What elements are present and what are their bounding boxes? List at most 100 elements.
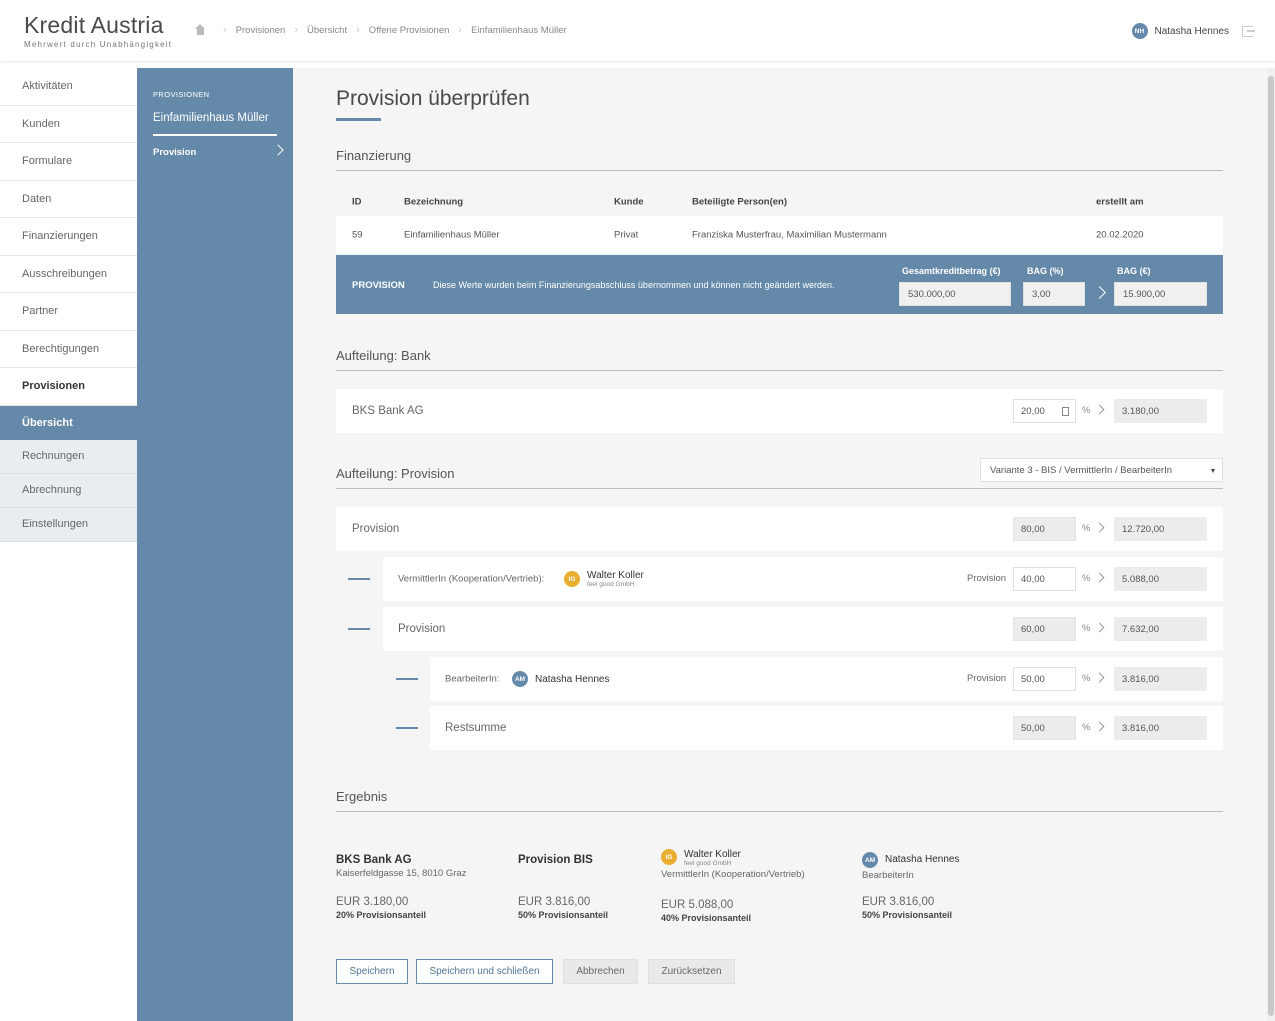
tree-connector bbox=[348, 628, 370, 630]
sidebar-title: Einfamilienhaus Müller bbox=[153, 112, 269, 124]
percent-sign: % bbox=[1082, 623, 1091, 634]
brand-logo[interactable]: Kredit Austria Mehrwert durch Unabhängig… bbox=[24, 12, 172, 49]
nav-item-uebersicht[interactable]: Übersicht bbox=[0, 405, 137, 440]
user-menu[interactable]: NH Natasha Hennes bbox=[1131, 23, 1230, 39]
bank-name: BKS Bank AG bbox=[352, 405, 424, 417]
avatar: AM bbox=[862, 852, 878, 868]
section-title-ergebnis: Ergebnis bbox=[336, 789, 388, 804]
bag-percent-field: 3,00 bbox=[1023, 282, 1085, 306]
breadcrumb: › Provisionen › Übersicht › Offene Provi… bbox=[194, 24, 567, 36]
section-divider bbox=[336, 488, 1223, 489]
breadcrumb-item[interactable]: Offene Provisionen bbox=[369, 25, 450, 36]
tree-connector bbox=[348, 578, 370, 580]
bearbeiter-percent-input[interactable]: 50,00 bbox=[1013, 667, 1076, 691]
nav-item-aktivitaeten[interactable]: Aktivitäten bbox=[0, 68, 137, 106]
cell-bezeichnung: Einfamilienhaus Müller bbox=[404, 229, 500, 241]
scrollbar[interactable] bbox=[1267, 68, 1275, 1021]
result-bank-amount: EUR 3.180,00 bbox=[336, 896, 409, 908]
result-bearbeiter-person[interactable]: AM Natasha Hennes bbox=[862, 852, 960, 868]
column-header-bezeichnung: Bezeichnung bbox=[404, 196, 464, 208]
nav-item-formulare[interactable]: Formulare bbox=[0, 143, 137, 181]
context-sidebar: PROVISIONEN Einfamilienhaus Müller Provi… bbox=[137, 68, 293, 1021]
sidebar-link-provision[interactable]: Provision bbox=[153, 147, 196, 158]
column-header-kunde: Kunde bbox=[614, 196, 644, 208]
save-button[interactable]: Speichern bbox=[336, 959, 408, 984]
avatar: IG bbox=[661, 849, 677, 865]
result-bearbeiter-amount: EUR 3.816,00 bbox=[862, 896, 935, 908]
gesamtkreditbetrag-field: 530.000,00 bbox=[899, 282, 1011, 306]
nav-item-rechnungen[interactable]: Rechnungen bbox=[0, 439, 137, 474]
user-name: Natasha Hennes bbox=[1154, 25, 1230, 37]
chevron-right-icon bbox=[1094, 622, 1105, 633]
bearbeiter-name: Natasha Hennes bbox=[535, 673, 610, 685]
result-vermittler-person[interactable]: IG Walter Koller feel good GmbH bbox=[661, 849, 805, 867]
vermittler-company: feel good GmbH bbox=[587, 581, 635, 588]
nav-item-partner[interactable]: Partner bbox=[0, 293, 137, 331]
chevron-right-icon: › bbox=[294, 24, 298, 36]
reset-button[interactable]: Zurücksetzen bbox=[648, 959, 735, 984]
section-divider bbox=[336, 370, 1223, 371]
nav-item-berechtigungen[interactable]: Berechtigungen bbox=[0, 330, 137, 368]
provision-percent-field: 80,00 bbox=[1013, 517, 1076, 541]
logout-icon[interactable] bbox=[1242, 26, 1255, 37]
nav-item-einstellungen[interactable]: Einstellungen bbox=[0, 507, 137, 542]
main-navigation: Aktivitäten Kunden Formulare Daten Finan… bbox=[0, 68, 137, 542]
restsumme-percent-field: 50,00 bbox=[1013, 716, 1076, 740]
result-bank-address: Kaiserfeldgasse 15, 8010 Graz bbox=[336, 868, 467, 879]
vermittler-person[interactable]: IG Walter Koller feel good GmbH bbox=[564, 570, 644, 588]
bag-euro-field: 15.900,00 bbox=[1114, 282, 1207, 306]
breadcrumb-item: Einfamilienhaus Müller bbox=[471, 24, 567, 36]
percent-sign: % bbox=[1082, 722, 1091, 733]
nav-item-daten[interactable]: Daten bbox=[0, 180, 137, 218]
home-icon[interactable] bbox=[194, 24, 206, 36]
table-row[interactable]: 59 Einfamilienhaus Müller Privat Franzis… bbox=[336, 216, 1223, 254]
result-bis: Provision BIS bbox=[518, 854, 593, 866]
nav-item-abrechnung[interactable]: Abrechnung bbox=[0, 473, 137, 508]
result-bis-name: Provision BIS bbox=[518, 854, 593, 866]
variant-select[interactable]: Variante 3 - BIS / VermittlerIn / Bearbe… bbox=[980, 458, 1223, 482]
result-vermittler: IG Walter Koller feel good GmbH Vermittl… bbox=[661, 849, 805, 880]
chevron-right-icon bbox=[1094, 522, 1105, 533]
avatar: AM bbox=[512, 671, 528, 687]
provision-info-bar: PROVISION Diese Werte wurden beim Finanz… bbox=[336, 255, 1223, 314]
breadcrumb-item[interactable]: Provisionen bbox=[236, 25, 286, 36]
breadcrumb-item[interactable]: Übersicht bbox=[307, 25, 347, 36]
calculator-icon[interactable] bbox=[1062, 407, 1069, 416]
result-vermittler-share: 40% Provisionsanteil bbox=[661, 913, 752, 923]
section-title-finanzierung: Finanzierung bbox=[336, 148, 412, 163]
variant-select-value: Variante 3 - BIS / VermittlerIn / Bearbe… bbox=[990, 464, 1172, 476]
brand-name: Kredit Austria bbox=[24, 12, 164, 38]
section-title-bank: Aufteilung: Bank bbox=[336, 348, 431, 363]
save-and-close-button[interactable]: Speichern und schließen bbox=[416, 959, 553, 984]
chevron-right-icon: › bbox=[356, 24, 360, 36]
nav-item-provisionen[interactable]: Provisionen bbox=[0, 368, 137, 406]
chevron-right-icon[interactable] bbox=[272, 144, 284, 156]
sidebar-caption: PROVISIONEN bbox=[153, 90, 210, 99]
bearbeiter-person[interactable]: AM Natasha Hennes bbox=[512, 671, 610, 687]
result-bis-amount: EUR 3.816,00 bbox=[518, 896, 591, 908]
chevron-right-icon bbox=[1094, 572, 1105, 583]
cancel-button[interactable]: Abbrechen bbox=[563, 959, 638, 984]
restsumme-amount-field: 3.816,00 bbox=[1114, 716, 1207, 740]
scrollbar-thumb[interactable] bbox=[1268, 76, 1274, 1016]
percent-sign: % bbox=[1082, 573, 1091, 584]
bank-row: BKS Bank AG 20,00 % 3.180,00 bbox=[336, 389, 1223, 433]
table-header: ID Bezeichnung Kunde Beteiligte Person(e… bbox=[336, 188, 1223, 216]
result-bearbeiter-share: 50% Provisionsanteil bbox=[862, 910, 953, 920]
cell-id: 59 bbox=[352, 229, 363, 241]
result-vermittler-role: VermittlerIn (Kooperation/Vertrieb) bbox=[661, 869, 805, 880]
result-bearbeiter-values: EUR 3.816,00 50% Provisionsanteil bbox=[862, 896, 952, 920]
vermittler-percent-input[interactable]: 40,00 bbox=[1013, 567, 1076, 591]
nav-item-ausschreibungen[interactable]: Ausschreibungen bbox=[0, 255, 137, 293]
section-title-provision: Aufteilung: Provision bbox=[336, 466, 455, 481]
tree-connector bbox=[396, 678, 418, 680]
bank-percent-input[interactable]: 20,00 bbox=[1013, 399, 1076, 423]
result-vermittler-amount: EUR 5.088,00 bbox=[661, 899, 734, 911]
vermittler-label: VermittlerIn (Kooperation/Vertrieb): bbox=[398, 573, 545, 585]
nav-item-kunden[interactable]: Kunden bbox=[0, 105, 137, 143]
provision-sub-percent-field: 60,00 bbox=[1013, 617, 1076, 641]
nav-item-finanzierungen[interactable]: Finanzierungen bbox=[0, 218, 137, 256]
provision-inline-label: Provision bbox=[967, 573, 1007, 584]
provision-row: Provision 80,00 % 12.720,00 bbox=[336, 507, 1223, 551]
page-title: Provision überprüfen bbox=[336, 87, 530, 110]
